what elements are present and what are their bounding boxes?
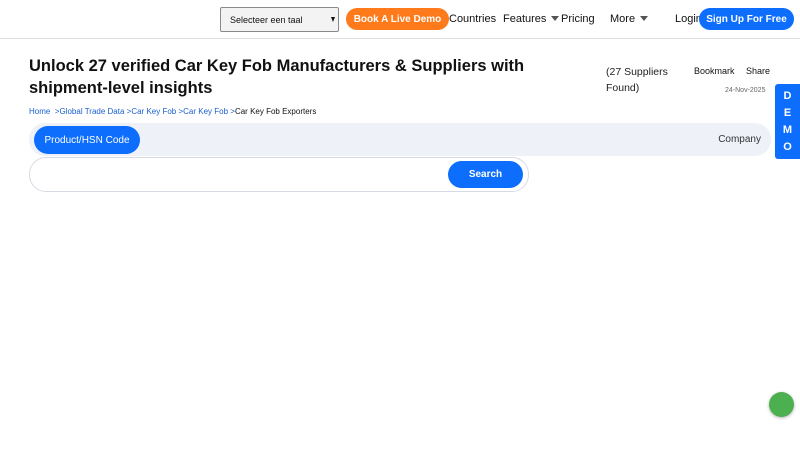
search-type-tabs: Product/HSN Code Company [29,123,771,156]
login-link[interactable]: Login [675,13,702,25]
search-button[interactable]: Search [448,161,523,188]
language-select[interactable]: Selecteer een taal [220,7,339,32]
book-demo-button[interactable]: Book A Live Demo [346,8,449,30]
demo-letter: E [783,106,792,119]
chevron-down-icon [551,16,560,21]
nav-features-label: Features [503,13,547,25]
search-bar: Search [29,157,529,192]
nav-pricing[interactable]: Pricing [561,13,595,25]
language-select-label: Selecteer een taal [230,14,303,25]
page-date: 24-Nov-2025 [725,87,766,94]
top-header: Selecteer een taal Book A Live Demo Coun… [0,0,800,39]
share-button[interactable]: Share [746,66,770,76]
signup-button[interactable]: Sign Up For Free [699,8,794,30]
demo-letter: D [783,89,792,102]
demo-letter: M [782,123,793,136]
chat-icon[interactable] [769,392,794,417]
chevron-down-icon [331,17,335,22]
breadcrumb: Home >Global Trade Data >Car Key Fob >Ca… [29,107,316,116]
nav-more[interactable]: More [610,13,649,25]
breadcrumb-car-key-fob[interactable]: Car Key Fob [131,107,176,116]
demo-side-tab[interactable]: D E M O [775,84,800,159]
bookmark-button[interactable]: Bookmark [694,66,735,76]
search-input[interactable] [42,166,442,184]
breadcrumb-car-key-fob-2[interactable]: Car Key Fob [183,107,228,116]
tab-product-hsn[interactable]: Product/HSN Code [34,126,140,154]
breadcrumb-global-trade-data[interactable]: Global Trade Data [59,107,124,116]
nav-countries[interactable]: Countries [449,13,496,25]
nav-more-label: More [610,13,636,25]
page-title: Unlock 27 verified Car Key Fob Manufactu… [29,57,525,97]
tab-company[interactable]: Company [718,134,761,145]
supplier-count: (27 Suppliers Found) [606,66,668,94]
nav-features[interactable]: Features [503,13,560,25]
breadcrumb-current: Car Key Fob Exporters [234,107,317,116]
chevron-down-icon [640,16,649,21]
breadcrumb-home[interactable]: Home [29,107,50,116]
demo-letter: O [783,140,792,153]
